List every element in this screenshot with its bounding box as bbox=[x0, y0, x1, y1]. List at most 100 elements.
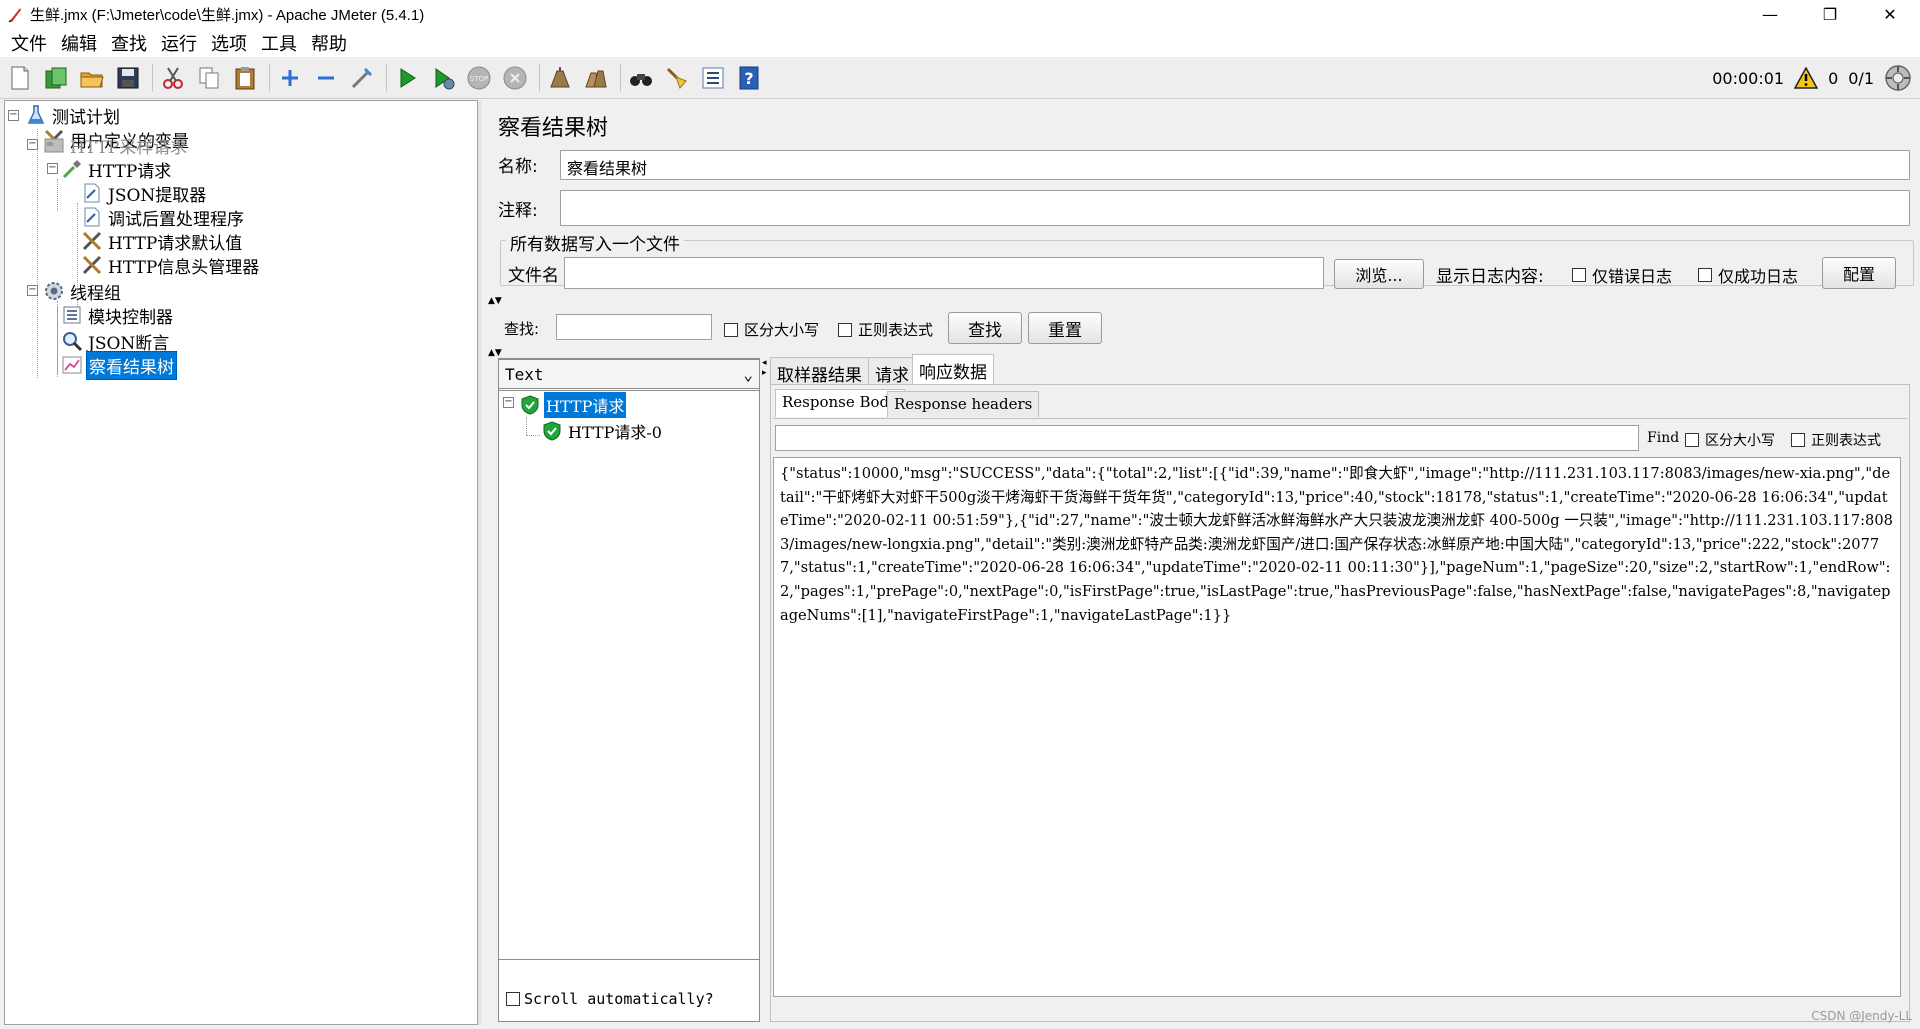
menu-help[interactable]: 帮助 bbox=[304, 30, 354, 56]
success-only-checkbox[interactable]: 仅成功日志 bbox=[1698, 263, 1798, 287]
subtab-response-headers[interactable]: Response headers bbox=[887, 391, 1040, 417]
menu-search[interactable]: 查找 bbox=[104, 30, 154, 56]
toggle-button[interactable] bbox=[346, 62, 378, 94]
menu-run[interactable]: 运行 bbox=[154, 30, 204, 56]
toolbar-separator bbox=[269, 63, 270, 92]
copy-button[interactable] bbox=[193, 62, 225, 94]
configure-button[interactable]: 配置 bbox=[1822, 257, 1896, 289]
name-field[interactable]: 察看结果树 bbox=[560, 150, 1910, 180]
find-regex-checkbox[interactable]: 正则表达式 bbox=[1791, 430, 1881, 450]
sample-http-request-0[interactable]: HTTP请求-0 bbox=[541, 417, 664, 445]
shutdown-button[interactable] bbox=[499, 62, 531, 94]
renderer-select[interactable]: Text ⌄ bbox=[498, 359, 760, 389]
warning-icon[interactable] bbox=[1794, 67, 1819, 89]
stop-button[interactable]: STOP bbox=[463, 62, 495, 94]
expand-all-button[interactable] bbox=[274, 62, 306, 94]
response-data-pane: Response Body Response headers Find 区分大小… bbox=[770, 384, 1910, 1022]
tree-node-header-manager[interactable]: HTTP信息头管理器 bbox=[81, 251, 261, 279]
scroll-automatically-box[interactable] bbox=[506, 992, 520, 1006]
menu-bar: 文件 编辑 查找 运行 选项 工具 帮助 bbox=[0, 29, 1920, 57]
reset-search-button[interactable] bbox=[661, 62, 693, 94]
split-collapse-arrows[interactable]: ▲▼ bbox=[488, 348, 502, 358]
result-tabs: 取样器结果 请求 响应数据 Response Body Response hea… bbox=[770, 354, 1912, 1022]
result-split-arrows[interactable]: ◂ ▸ bbox=[762, 358, 767, 378]
tab-response-data[interactable]: 响应数据 bbox=[912, 354, 994, 385]
success-only-label: 仅成功日志 bbox=[1718, 267, 1799, 286]
search-regex-label: 正则表达式 bbox=[858, 321, 934, 339]
search-button[interactable] bbox=[625, 62, 657, 94]
clear-all-broom-icon bbox=[585, 70, 607, 87]
errors-only-checkbox[interactable]: 仅错误日志 bbox=[1572, 263, 1672, 287]
maximize-button[interactable]: ❐ bbox=[1800, 0, 1860, 29]
collapse-sample-result[interactable]: − bbox=[503, 397, 514, 408]
clear-all-button[interactable] bbox=[580, 62, 612, 94]
find-field[interactable] bbox=[775, 425, 1639, 451]
search-regex-checkbox[interactable]: 正则表达式 bbox=[838, 319, 933, 340]
watermark: CSDN @Jendy-LL bbox=[1811, 1009, 1912, 1023]
new-button[interactable] bbox=[4, 62, 36, 94]
menu-options[interactable]: 选项 bbox=[204, 30, 254, 56]
tab-sampler-result[interactable]: 取样器结果 bbox=[770, 357, 869, 386]
function-helper-button[interactable] bbox=[697, 62, 729, 94]
search-button-panel[interactable]: 查找 bbox=[948, 312, 1022, 344]
scroll-automatically-checkbox[interactable]: Scroll automatically? bbox=[506, 990, 714, 1008]
search-case-checkbox[interactable]: 区分大小写 bbox=[724, 319, 819, 340]
window-title: 生鲜.jmx (F:\Jmeter\code\生鲜.jmx) - Apache … bbox=[30, 7, 425, 24]
tab-request[interactable]: 请求 bbox=[868, 357, 916, 386]
templates-button[interactable] bbox=[40, 62, 72, 94]
reset-button[interactable]: 重置 bbox=[1028, 312, 1102, 344]
errors-only-box[interactable] bbox=[1572, 268, 1586, 282]
search-field[interactable] bbox=[556, 314, 712, 340]
broom-reset-icon bbox=[666, 67, 687, 89]
success-shield-icon bbox=[521, 395, 539, 415]
menu-file[interactable]: 文件 bbox=[4, 30, 54, 56]
renderer-value: Text bbox=[505, 364, 544, 384]
test-plan-tree: − − − − 测试计划 用户定义的变量 HTTP采样请求 HTTP请求 JSO… bbox=[4, 100, 478, 1025]
find-regex-box[interactable] bbox=[1791, 433, 1805, 447]
subtab-response-body[interactable]: Response Body bbox=[775, 389, 905, 417]
split-collapse-arrows[interactable]: ▲▼ bbox=[488, 296, 502, 306]
collapse-test-plan[interactable]: − bbox=[8, 110, 19, 121]
post-processor-doc-icon bbox=[84, 207, 100, 227]
collapse-thread-group[interactable]: − bbox=[27, 285, 38, 296]
search-case-box[interactable] bbox=[724, 322, 738, 337]
clipboard-icon bbox=[235, 66, 255, 89]
comment-field[interactable] bbox=[560, 190, 1910, 226]
remote-engines-icon[interactable] bbox=[1884, 64, 1912, 92]
plus-icon bbox=[282, 69, 298, 86]
start-no-pauses-button[interactable] bbox=[427, 62, 459, 94]
sample-http-request[interactable]: HTTP请求 bbox=[519, 391, 627, 419]
jmeter-feather-icon bbox=[8, 7, 21, 23]
browse-button[interactable]: 浏览... bbox=[1334, 259, 1424, 289]
tree-node-results-tree[interactable]: 察看结果树 bbox=[61, 350, 177, 380]
help-button[interactable]: ? bbox=[733, 62, 765, 94]
search-regex-box[interactable] bbox=[838, 322, 852, 337]
paste-button[interactable] bbox=[229, 62, 261, 94]
collapse-all-button[interactable] bbox=[310, 62, 342, 94]
success-only-box[interactable] bbox=[1698, 268, 1712, 282]
chevron-down-icon: ⌄ bbox=[743, 364, 753, 384]
toolbar-separator bbox=[386, 63, 387, 92]
collapse-http-request[interactable]: − bbox=[47, 163, 58, 174]
menu-tools[interactable]: 工具 bbox=[254, 30, 304, 56]
find-case-checkbox[interactable]: 区分大小写 bbox=[1685, 430, 1775, 450]
toolbar: STOP ? 00:00:01 0 0/1 bbox=[0, 57, 1920, 99]
shutdown-icon bbox=[503, 66, 527, 89]
collapse-http-sampler-group[interactable]: − bbox=[27, 139, 38, 150]
log-content-label: 显示日志内容: bbox=[1436, 267, 1544, 287]
response-body-text[interactable]: {"status":10000,"msg":"SUCCESS","data":{… bbox=[773, 457, 1901, 997]
filename-field[interactable] bbox=[564, 257, 1324, 289]
start-button[interactable] bbox=[391, 62, 423, 94]
clear-button[interactable] bbox=[544, 62, 576, 94]
find-case-box[interactable] bbox=[1685, 433, 1699, 447]
close-button[interactable]: ✕ bbox=[1860, 0, 1920, 29]
open-button[interactable] bbox=[76, 62, 108, 94]
scroll-automatically-label: Scroll automatically? bbox=[524, 990, 714, 1008]
wrench-screwdriver-icon bbox=[82, 231, 102, 251]
minus-icon bbox=[318, 76, 334, 79]
cut-button[interactable] bbox=[157, 62, 189, 94]
minimize-button[interactable]: — bbox=[1740, 0, 1800, 29]
save-button[interactable] bbox=[112, 62, 144, 94]
menu-edit[interactable]: 编辑 bbox=[54, 30, 104, 56]
tree-node-module-controller[interactable]: 模块控制器 bbox=[61, 301, 175, 329]
